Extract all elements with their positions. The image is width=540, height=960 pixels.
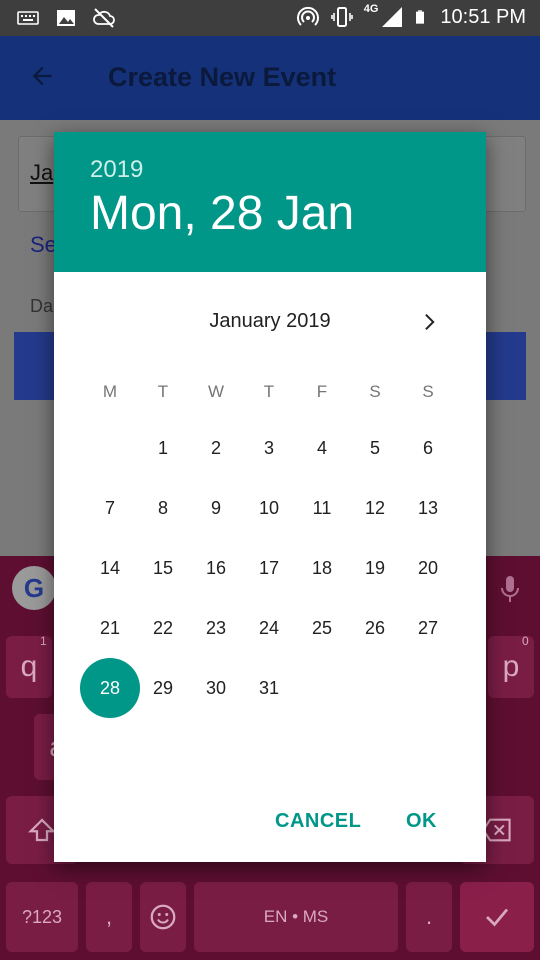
chevron-right-icon[interactable] bbox=[418, 310, 442, 334]
day-cell[interactable]: 8 bbox=[143, 496, 183, 520]
day-cell[interactable]: 11 bbox=[302, 496, 342, 520]
weekday-header: W bbox=[207, 382, 225, 401]
day-cell[interactable]: 7 bbox=[90, 496, 130, 520]
day-cell[interactable]: 14 bbox=[90, 556, 130, 580]
year-selector[interactable]: 2019 bbox=[90, 156, 143, 184]
weekday-header: S bbox=[369, 382, 381, 401]
page-title: Create New Event bbox=[108, 62, 337, 92]
day-cell[interactable]: 27 bbox=[408, 616, 448, 640]
date-label: Da bbox=[30, 296, 54, 316]
day-cell[interactable]: 5 bbox=[355, 436, 395, 460]
select-link[interactable]: Se bbox=[30, 232, 57, 258]
comma-key[interactable]: , bbox=[86, 882, 132, 952]
weekday-header: S bbox=[422, 382, 434, 401]
symbols-key[interactable]: ?123 bbox=[6, 882, 78, 952]
day-cell[interactable]: 21 bbox=[90, 616, 130, 640]
day-cell[interactable]: 15 bbox=[143, 556, 183, 580]
shift-icon bbox=[28, 818, 56, 842]
cloud-off-icon bbox=[93, 8, 115, 28]
weekday-header: M bbox=[102, 382, 118, 401]
network-label: 4G bbox=[363, 3, 379, 15]
day-cell[interactable]: 23 bbox=[196, 616, 236, 640]
day-cell[interactable]: 3 bbox=[249, 436, 289, 460]
day-cell[interactable]: 24 bbox=[249, 616, 289, 640]
day-cell[interactable]: 25 bbox=[302, 616, 342, 640]
comma-key-label: , bbox=[105, 904, 113, 929]
status-bar: 4G 10:51 PM bbox=[0, 0, 540, 36]
emoji-icon bbox=[150, 904, 176, 930]
event-name-value: Ja bbox=[30, 160, 54, 185]
day-cell[interactable]: 4 bbox=[302, 436, 342, 460]
mic-icon[interactable] bbox=[498, 574, 522, 604]
day-cell[interactable]: 20 bbox=[408, 556, 448, 580]
day-cell[interactable]: 10 bbox=[249, 496, 289, 520]
weekday-header: T bbox=[263, 382, 275, 401]
signal-icon bbox=[382, 7, 403, 27]
day-cell[interactable]: 26 bbox=[355, 616, 395, 640]
day-cell[interactable]: 6 bbox=[408, 436, 448, 460]
day-cell[interactable]: 2 bbox=[196, 436, 236, 460]
cancel-button[interactable]: CANCEL bbox=[275, 810, 361, 833]
key-p-hint: 0 bbox=[522, 634, 529, 648]
day-cell[interactable]: 31 bbox=[249, 676, 289, 700]
day-cell-selected[interactable]: 28 bbox=[90, 676, 130, 700]
key-q-label: q bbox=[20, 650, 38, 683]
day-cell[interactable]: 19 bbox=[355, 556, 395, 580]
weekday-header: T bbox=[157, 382, 169, 401]
ok-button[interactable]: OK bbox=[406, 810, 437, 833]
key-p-label: p bbox=[502, 650, 520, 683]
arrow-back-icon[interactable] bbox=[28, 62, 56, 90]
keyboard-icon bbox=[17, 11, 39, 25]
day-cell[interactable]: 13 bbox=[408, 496, 448, 520]
weekday-header: F bbox=[316, 382, 328, 401]
symbols-key-label: ?123 bbox=[21, 906, 63, 927]
day-cell[interactable]: 30 bbox=[196, 676, 236, 700]
hotspot-icon bbox=[296, 6, 319, 26]
selected-date-display: Mon, 28 Jan bbox=[90, 187, 355, 240]
google-icon[interactable]: G bbox=[12, 566, 56, 610]
space-key-label: EN • MS bbox=[263, 907, 329, 926]
day-cell[interactable]: 12 bbox=[355, 496, 395, 520]
day-cell[interactable]: 18 bbox=[302, 556, 342, 580]
battery-icon bbox=[416, 10, 425, 24]
day-cell[interactable]: 16 bbox=[196, 556, 236, 580]
enter-key[interactable] bbox=[460, 882, 534, 952]
day-cell[interactable]: 9 bbox=[196, 496, 236, 520]
day-cell[interactable]: 29 bbox=[143, 676, 183, 700]
day-cell[interactable]: 22 bbox=[143, 616, 183, 640]
day-cell[interactable]: 17 bbox=[249, 556, 289, 580]
day-cell[interactable]: 1 bbox=[143, 436, 183, 460]
space-key[interactable]: EN • MS bbox=[194, 882, 398, 952]
clock: 10:51 PM bbox=[440, 5, 526, 28]
emoji-key[interactable] bbox=[140, 882, 186, 952]
key-q-hint: 1 bbox=[40, 634, 47, 648]
checkmark-icon bbox=[486, 908, 509, 927]
vibrate-icon bbox=[330, 7, 353, 27]
period-key[interactable]: . bbox=[406, 882, 452, 952]
period-key-label: . bbox=[425, 904, 433, 929]
image-icon bbox=[57, 10, 75, 26]
